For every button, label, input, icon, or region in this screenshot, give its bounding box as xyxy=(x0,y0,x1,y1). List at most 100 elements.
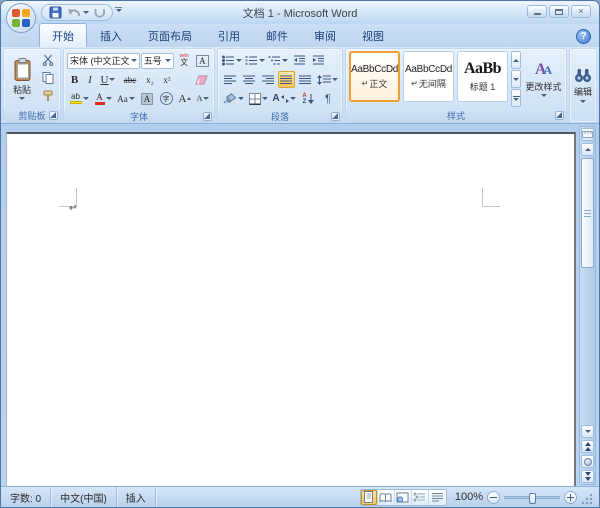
styles-scroll-down-button[interactable] xyxy=(511,70,522,88)
subscript-button[interactable]: x₂ xyxy=(142,71,158,88)
font-color-button[interactable]: A xyxy=(92,90,114,107)
multilevel-list-button[interactable] xyxy=(267,52,289,69)
tab-page-layout[interactable]: 页面布局 xyxy=(135,23,205,47)
format-painter-button[interactable] xyxy=(39,87,57,104)
superscript-button[interactable]: x² xyxy=(159,71,175,88)
chevron-down-icon xyxy=(289,97,296,100)
highlight-color-button[interactable]: ab xyxy=(67,90,91,107)
draft-view-button[interactable] xyxy=(429,490,446,505)
language-indicator[interactable]: 中文(中国) xyxy=(51,487,117,507)
bold-button[interactable]: B xyxy=(67,71,82,88)
tab-review[interactable]: 审阅 xyxy=(301,23,349,47)
strikethrough-button[interactable]: abc xyxy=(119,71,141,88)
zoom-slider-track[interactable] xyxy=(504,492,560,504)
web-layout-view-button[interactable] xyxy=(395,489,412,505)
character-border-button[interactable]: A xyxy=(194,52,211,69)
help-button[interactable]: ? xyxy=(576,29,591,44)
tab-references[interactable]: 引用 xyxy=(205,23,253,47)
zoom-slider-thumb[interactable] xyxy=(529,492,536,504)
maximize-button[interactable] xyxy=(549,5,569,18)
insert-mode-indicator[interactable]: 插入 xyxy=(117,487,156,507)
increase-indent-icon xyxy=(312,55,324,65)
align-right-button[interactable] xyxy=(259,71,277,88)
close-button[interactable]: × xyxy=(571,5,591,18)
print-layout-view-button[interactable] xyxy=(360,489,378,505)
style-normal[interactable]: AaBbCcDd ↵ 正文 xyxy=(349,51,400,102)
scroll-up-button[interactable] xyxy=(581,143,594,156)
change-case-button[interactable]: Aa xyxy=(115,90,137,107)
redo-button[interactable] xyxy=(91,6,107,20)
next-page-button[interactable] xyxy=(581,470,594,483)
cut-button[interactable] xyxy=(39,51,57,68)
distribute-button[interactable] xyxy=(296,71,314,88)
office-button[interactable] xyxy=(6,3,36,33)
scrollbar-thumb[interactable] xyxy=(581,158,594,268)
word-count-indicator[interactable]: 字数: 0 xyxy=(1,487,52,507)
bullets-button[interactable] xyxy=(221,52,243,69)
tab-home[interactable]: 开始 xyxy=(39,23,87,47)
paste-button[interactable]: 粘贴 xyxy=(7,51,37,107)
quick-access-toolbar xyxy=(41,4,113,21)
minimize-button[interactable] xyxy=(527,5,547,18)
change-styles-button[interactable]: AA 更改样式 xyxy=(524,51,563,107)
copy-button[interactable] xyxy=(39,69,57,86)
zoom-in-button[interactable] xyxy=(564,490,577,504)
justify-button[interactable] xyxy=(277,71,296,88)
zoom-level[interactable]: 100% xyxy=(455,491,483,503)
show-hide-marks-button[interactable]: ¶ xyxy=(319,90,337,107)
borders-button[interactable] xyxy=(246,90,270,107)
align-left-button[interactable] xyxy=(221,71,239,88)
style-no-spacing[interactable]: AaBbCcDd ↵ 无间隔 xyxy=(403,51,454,102)
chevron-down-icon xyxy=(165,59,172,62)
previous-page-button[interactable] xyxy=(581,440,594,453)
underline-button[interactable]: U xyxy=(98,71,118,88)
tab-insert[interactable]: 插入 xyxy=(87,23,135,47)
line-spacing-button[interactable] xyxy=(315,71,339,88)
change-styles-icon: AA xyxy=(534,61,553,78)
save-button[interactable] xyxy=(47,6,63,20)
styles-dialog-launcher[interactable] xyxy=(555,111,564,120)
undo-button[interactable] xyxy=(65,6,81,20)
sort-button[interactable]: AZ xyxy=(298,90,318,107)
document-page[interactable]: ↵ xyxy=(6,132,576,486)
align-center-button[interactable] xyxy=(240,71,258,88)
resize-grip[interactable] xyxy=(581,493,593,505)
asian-layout-button[interactable]: A xyxy=(271,90,297,107)
tab-view[interactable]: 视图 xyxy=(349,23,397,47)
font-size-combo[interactable]: 五号 xyxy=(140,52,175,69)
italic-button[interactable]: I xyxy=(83,71,97,88)
document-area: ↵ xyxy=(1,124,599,486)
tab-mailings[interactable]: 邮件 xyxy=(253,23,301,47)
enclose-characters-button[interactable]: 字 xyxy=(157,90,175,107)
undo-dropdown-icon[interactable] xyxy=(83,11,89,14)
editing-button[interactable]: 编辑 xyxy=(570,49,596,122)
style-heading1[interactable]: AaBb 标题 1 xyxy=(457,51,508,102)
numbering-button[interactable] xyxy=(244,52,266,69)
select-browse-object-button[interactable] xyxy=(581,455,594,468)
font-name-combo[interactable]: 宋体 (中文正文) xyxy=(67,52,140,69)
shading-button[interactable] xyxy=(221,90,245,107)
scrollbar-track[interactable] xyxy=(580,269,595,424)
decrease-indent-button[interactable] xyxy=(290,52,308,69)
ruler-toggle-button[interactable] xyxy=(581,128,594,141)
styles-more-button[interactable] xyxy=(511,89,522,107)
paragraph-dialog-launcher[interactable] xyxy=(331,112,340,121)
phonetic-guide-button[interactable]: wén 文 xyxy=(175,52,192,69)
justify-icon xyxy=(280,75,293,84)
font-dialog-launcher[interactable] xyxy=(203,112,212,121)
character-shading-button[interactable]: A xyxy=(138,90,156,107)
customize-qat-button[interactable] xyxy=(113,7,124,18)
styles-scroll-up-button[interactable] xyxy=(511,51,522,69)
shrink-font-button[interactable]: A xyxy=(195,90,211,107)
clipboard-dialog-launcher[interactable] xyxy=(49,111,58,120)
zoom-out-button[interactable] xyxy=(487,490,500,504)
increase-indent-button[interactable] xyxy=(309,52,327,69)
outline-view-button[interactable] xyxy=(412,489,429,505)
chevron-down-icon xyxy=(130,59,137,62)
full-screen-reading-view-button[interactable] xyxy=(378,489,395,505)
scroll-down-button[interactable] xyxy=(581,425,594,438)
clear-formatting-button[interactable] xyxy=(191,71,211,88)
web-layout-icon xyxy=(396,492,409,503)
grow-font-button[interactable]: A xyxy=(176,90,194,107)
font-name-value: 宋体 (中文正文) xyxy=(70,56,129,66)
